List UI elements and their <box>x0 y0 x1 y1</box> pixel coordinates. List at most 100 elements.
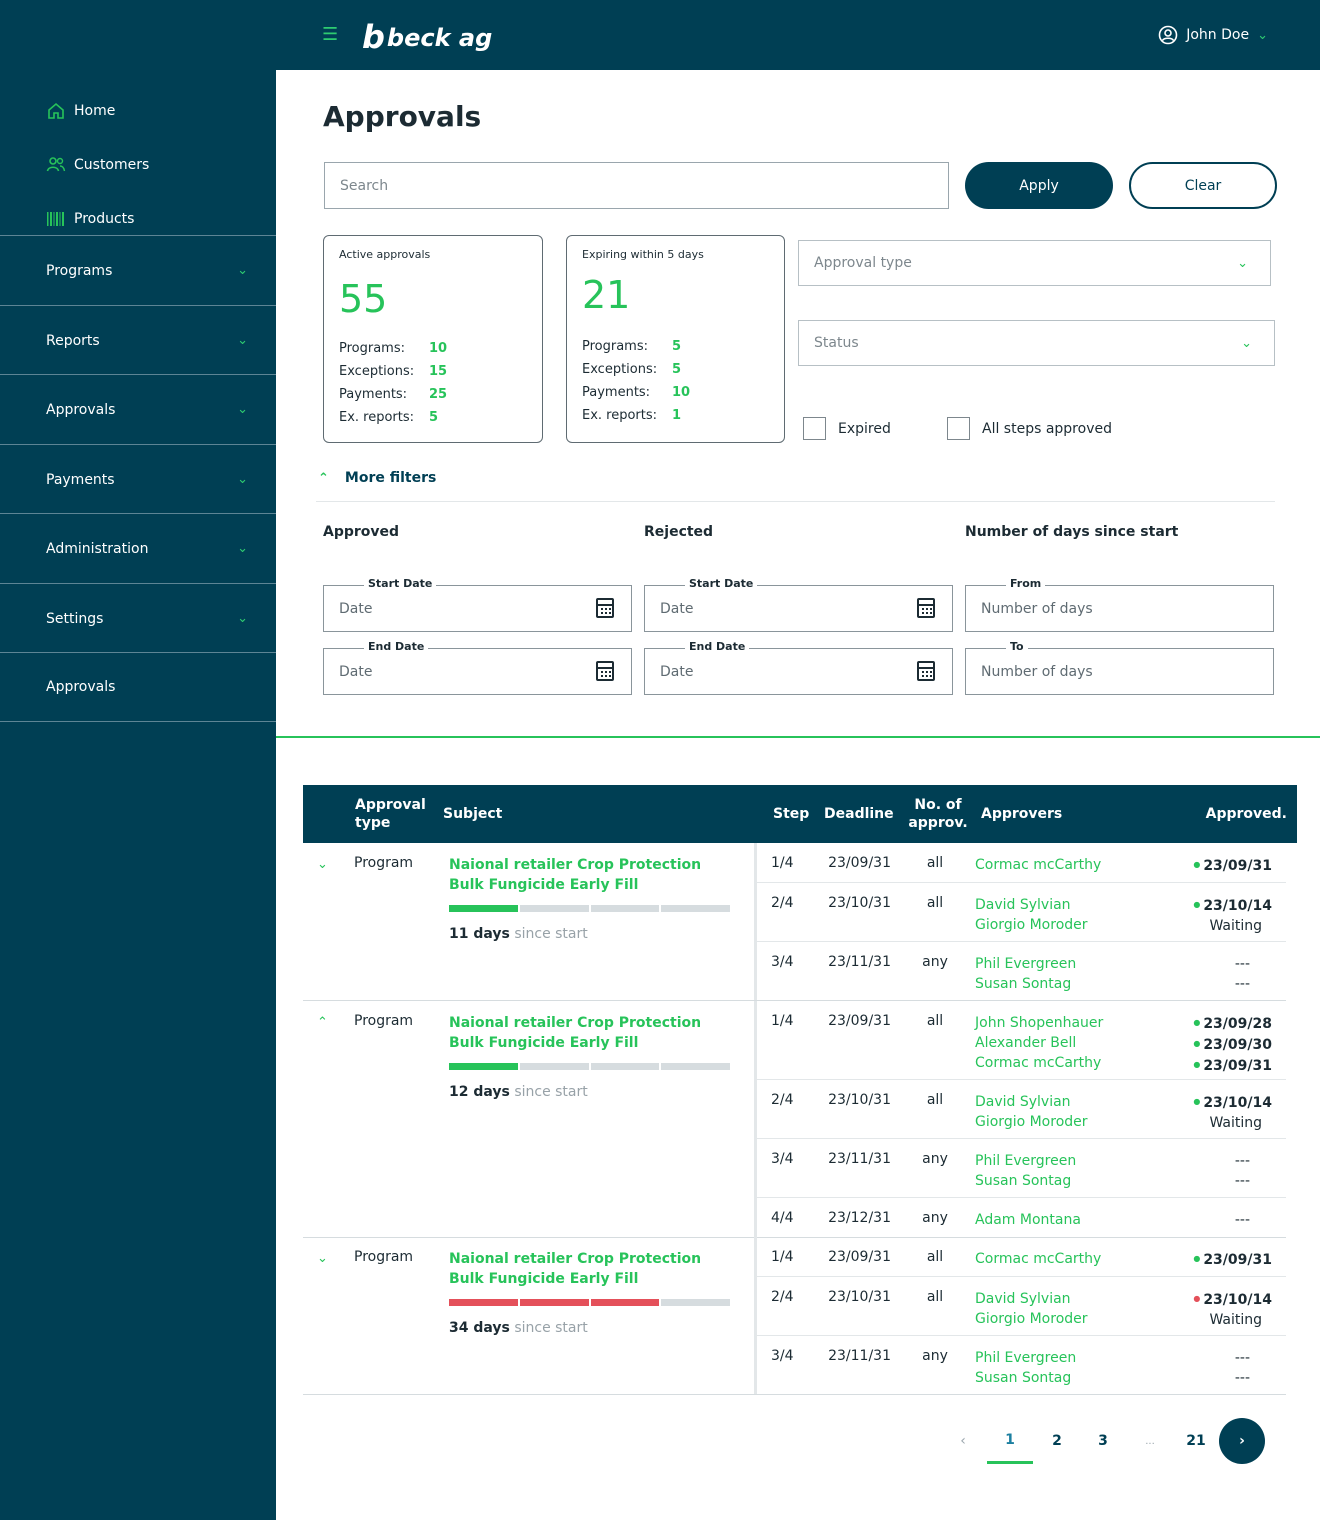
approver-link[interactable]: Susan Sontag <box>975 1368 1076 1388</box>
approval-step-row[interactable]: 2/4 23/10/31 all David Sylvian Giorgio Morod… <box>757 1277 1286 1336</box>
days-since-start: 34 days since start <box>449 1320 588 1336</box>
rejected-end-date-field[interactable]: End Date Date <box>644 640 953 695</box>
approver-link[interactable]: Cormac mcCarthy <box>975 1053 1103 1073</box>
approval-step-row[interactable]: 1/4 23/09/31 all John Shopenhauer Alexander … <box>757 1001 1286 1080</box>
chevron-right-icon[interactable]: › <box>1219 1418 1265 1464</box>
sidebar-item-administration[interactable]: Administration ⌄ <box>0 513 276 583</box>
days-from-field[interactable]: From Number of days <box>965 577 1274 632</box>
approval-step-row[interactable]: 3/4 23/11/31 any Phil Evergreen Susan Sontag… <box>757 942 1286 1001</box>
status-select[interactable]: Status ⌄ <box>798 320 1275 366</box>
approval-step-row[interactable]: 4/4 23/12/31 any Adam Montana --- <box>757 1198 1286 1238</box>
calendar-icon[interactable] <box>596 661 614 681</box>
chevron-down-icon[interactable]: ⌄ <box>317 857 328 872</box>
approver-link[interactable]: Phil Evergreen <box>975 1348 1076 1368</box>
approval-step-row[interactable]: 1/4 23/09/31 all Cormac mcCarthy 23/09/31 <box>757 1237 1286 1277</box>
chevron-down-icon[interactable]: ⌄ <box>317 1251 328 1266</box>
approver-link[interactable]: Giorgio Moroder <box>975 1309 1088 1329</box>
table-row[interactable]: ⌄ Program Naional retailer Crop Protection… <box>303 843 1286 1001</box>
approver-link[interactable]: Susan Sontag <box>975 1171 1076 1191</box>
progress-segment <box>449 1063 518 1070</box>
column-header-approved[interactable]: Approved. <box>1206 785 1287 843</box>
sidebar-item-label: Home <box>74 103 116 119</box>
page-ellipsis: ... <box>1145 1435 1155 1447</box>
approver-link[interactable]: Cormac mcCarthy <box>975 855 1101 875</box>
empty-date: --- <box>1234 956 1250 972</box>
approver-link[interactable]: Giorgio Moroder <box>975 915 1088 935</box>
page-button-3[interactable]: 3 <box>1080 1418 1126 1464</box>
approval-type-select[interactable]: Approval type ⌄ <box>798 240 1271 286</box>
column-header-subject[interactable]: Subject <box>443 785 502 843</box>
sidebar-item-customers[interactable]: Customers <box>46 138 149 192</box>
card-breakdown: Programs: 5 Exceptions: 5 Payments: 10 Ex. … <box>582 335 769 427</box>
active-approvals-card: Active approvals 55 Programs: 10 Exceptio… <box>323 235 543 443</box>
menu-collapse-icon[interactable]: ☰ <box>322 25 346 45</box>
subject-link[interactable]: Naional retailer Crop Protection Bulk Fu… <box>449 855 739 895</box>
page-button-1[interactable]: 1 <box>987 1418 1033 1464</box>
page-button-21[interactable]: 21 <box>1173 1418 1219 1464</box>
approved-start-date-field[interactable]: Start Date Date <box>323 577 632 632</box>
approval-step-row[interactable]: 2/4 23/10/31 all David Sylvian Giorgio Morod… <box>757 1080 1286 1139</box>
card-row-value: 25 <box>429 387 448 402</box>
apply-button[interactable]: Apply <box>965 162 1113 209</box>
more-filters-toggle[interactable]: ⌃ More filters <box>318 470 436 486</box>
step-approvals-required: all <box>926 1092 944 1108</box>
approver-link[interactable]: Alexander Bell <box>975 1033 1103 1053</box>
subject-link[interactable]: Naional retailer Crop Protection Bulk Fu… <box>449 1013 739 1053</box>
calendar-icon[interactable] <box>596 598 614 618</box>
user-menu[interactable]: John Doe ⌄ <box>1158 23 1268 47</box>
approver-link[interactable]: Susan Sontag <box>975 974 1076 994</box>
page-button-2[interactable]: 2 <box>1034 1418 1080 1464</box>
all-steps-approved-checkbox[interactable]: All steps approved <box>947 417 1112 440</box>
days-to-field[interactable]: To Number of days <box>965 640 1274 695</box>
sidebar-item-approvals[interactable]: Approvals ⌄ <box>0 374 276 444</box>
sidebar-item-programs[interactable]: Programs ⌄ <box>0 235 276 305</box>
approver-link[interactable]: John Shopenhauer <box>975 1013 1103 1033</box>
sidebar-links: Home Customers Products <box>46 84 149 246</box>
card-row-label: Ex. reports: <box>582 408 658 423</box>
approver-link[interactable]: Cormac mcCarthy <box>975 1249 1101 1269</box>
approver-link[interactable]: Phil Evergreen <box>975 954 1076 974</box>
progress-segment <box>519 905 589 912</box>
chevron-up-icon[interactable]: ⌃ <box>317 1015 328 1030</box>
rejected-start-date-field[interactable]: Start Date Date <box>644 577 953 632</box>
divider <box>316 501 1275 502</box>
calendar-icon[interactable] <box>917 598 935 618</box>
sidebar-item-settings[interactable]: Settings ⌄ <box>0 583 276 653</box>
field-placeholder: Date <box>660 663 694 680</box>
column-header-deadline[interactable]: Deadline <box>824 785 894 843</box>
logo[interactable]: b beck ag <box>362 14 492 54</box>
table-row[interactable]: ⌃ Program Naional retailer Crop Protection… <box>303 1001 1286 1238</box>
table-row[interactable]: ⌄ Program Naional retailer Crop Protection… <box>303 1237 1286 1395</box>
subject-link[interactable]: Naional retailer Crop Protection Bulk Fu… <box>449 1249 739 1289</box>
approver-link[interactable]: David Sylvian <box>975 895 1088 915</box>
column-header-approvers[interactable]: Approvers <box>981 785 1062 843</box>
search-input[interactable] <box>324 162 949 209</box>
approval-step-row[interactable]: 2/4 23/10/31 all David Sylvian Giorgio Morod… <box>757 883 1286 942</box>
approver-link[interactable]: Adam Montana <box>975 1210 1081 1230</box>
approval-step-row[interactable]: 3/4 23/11/31 any Phil Evergreen Susan Sontag… <box>757 1139 1286 1198</box>
column-header-step[interactable]: Step <box>773 785 809 843</box>
approver-link[interactable]: Phil Evergreen <box>975 1151 1076 1171</box>
approval-step-row[interactable]: 1/4 23/09/31 all Cormac mcCarthy 23/09/31 <box>757 843 1286 883</box>
checkbox-box[interactable] <box>803 417 826 440</box>
chevron-left-icon[interactable]: ‹ <box>940 1418 986 1464</box>
approver-link[interactable]: Giorgio Moroder <box>975 1112 1088 1132</box>
column-header-approval-type[interactable]: Approval type <box>355 785 435 843</box>
approver-link[interactable]: David Sylvian <box>975 1092 1088 1112</box>
card-row: Programs: 5 <box>582 335 769 358</box>
sidebar-item-approvals-page[interactable]: Approvals <box>0 652 276 722</box>
approval-step-row[interactable]: 3/4 23/11/31 any Phil Evergreen Susan Sontag… <box>757 1336 1286 1395</box>
approvers-list: David Sylvian Giorgio Moroder <box>975 1092 1088 1132</box>
sidebar-item-home[interactable]: Home <box>46 84 149 138</box>
expired-checkbox[interactable]: Expired <box>803 417 891 440</box>
checkbox-box[interactable] <box>947 417 970 440</box>
sidebar-item-reports[interactable]: Reports ⌄ <box>0 305 276 375</box>
sidebar-item-payments[interactable]: Payments ⌄ <box>0 444 276 514</box>
approved-dates: --- <box>1235 1210 1272 1230</box>
clear-button[interactable]: Clear <box>1129 162 1277 209</box>
calendar-icon[interactable] <box>917 661 935 681</box>
approved-end-date-field[interactable]: End Date Date <box>323 640 632 695</box>
approval-type: Program <box>354 855 414 871</box>
approver-link[interactable]: David Sylvian <box>975 1289 1088 1309</box>
column-header-no-of-approvers[interactable]: No. of approv. <box>907 785 969 843</box>
